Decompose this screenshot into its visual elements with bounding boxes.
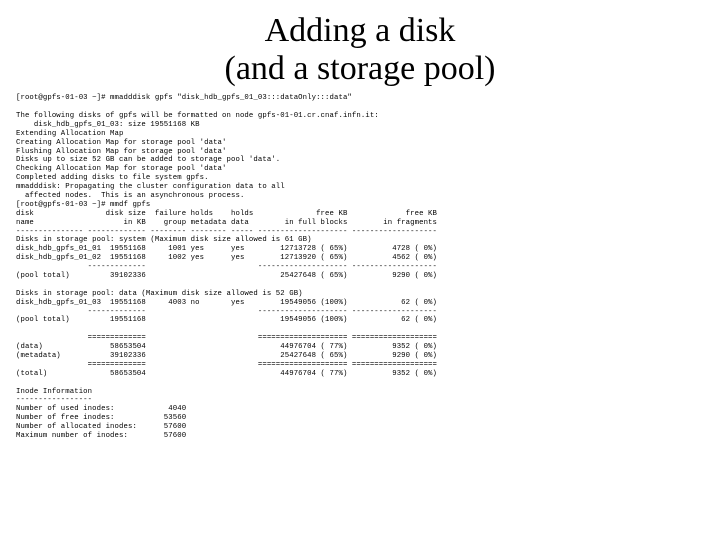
title-line-2: (and a storage pool) [225, 50, 496, 87]
terminal-output: [root@gpfs-01-03 ~]# mmadddisk gpfs "dis… [16, 94, 704, 441]
title-line-1: Adding a disk [265, 12, 456, 49]
slide-title: Adding a disk (and a storage pool) [16, 12, 704, 88]
